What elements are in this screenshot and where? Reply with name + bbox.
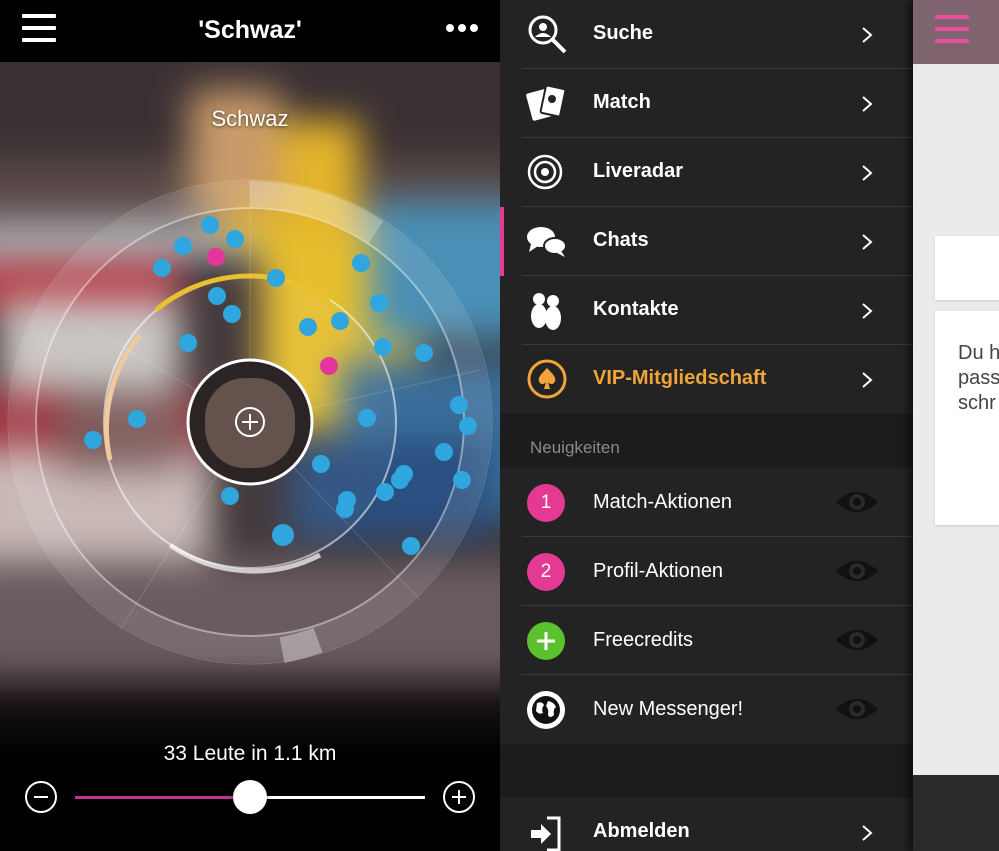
menu-item-suche[interactable]: Suche bbox=[500, 0, 913, 69]
globe-icon bbox=[527, 691, 565, 729]
menu-item-liveradar[interactable]: Liveradar bbox=[500, 138, 913, 207]
eye-icon[interactable] bbox=[834, 694, 880, 724]
eye-icon[interactable] bbox=[834, 625, 880, 655]
chevron-right-icon bbox=[862, 165, 873, 181]
contacts-icon bbox=[531, 293, 561, 330]
menu-item-label: Kontakte bbox=[593, 298, 679, 320]
eye-icon[interactable] bbox=[834, 556, 880, 586]
spade-icon bbox=[527, 359, 567, 399]
news-item-match-aktionen[interactable]: 1 Match-Aktionen bbox=[500, 468, 913, 537]
place-label: Schwaz bbox=[211, 106, 289, 131]
chat-top-bar bbox=[913, 0, 999, 64]
slider-fill bbox=[75, 796, 250, 799]
news-item-freecredits[interactable]: Freecredits bbox=[500, 606, 913, 675]
radar-icon bbox=[527, 154, 563, 190]
eye-icon[interactable] bbox=[834, 487, 880, 517]
menu-item-label: Chats bbox=[593, 229, 649, 251]
news-item-profil-aktionen[interactable]: 2 Profil-Aktionen bbox=[500, 537, 913, 606]
chevron-right-icon bbox=[862, 372, 873, 388]
chat-screen-partial: Du h pass schr bbox=[913, 0, 999, 851]
radar-screen: 'Schwaz' Schwaz 33 Leute in 1.1 km bbox=[0, 0, 500, 851]
bottom-panel bbox=[0, 690, 500, 851]
count-badge: 1 bbox=[527, 484, 565, 522]
logout-icon bbox=[531, 816, 561, 851]
slider-knob[interactable] bbox=[233, 780, 267, 814]
menu-item-label: Match bbox=[593, 91, 651, 113]
menu-item-chats[interactable]: Chats bbox=[500, 207, 913, 276]
news-item-new-messenger[interactable]: New Messenger! bbox=[500, 675, 913, 744]
news-item-label: New Messenger! bbox=[593, 698, 744, 720]
logout-button[interactable]: Abmelden bbox=[500, 798, 913, 851]
content-card: Du h pass schr bbox=[935, 311, 999, 525]
news-item-label: Profil-Aktionen bbox=[593, 560, 724, 582]
cards-icon bbox=[526, 84, 567, 121]
menu-item-label: VIP-Mitgliedschaft bbox=[593, 367, 767, 389]
zoom-in-button[interactable] bbox=[443, 781, 475, 813]
card-text: Du h pass schr bbox=[958, 342, 999, 414]
more-options-icon[interactable] bbox=[444, 24, 480, 34]
chevron-right-icon bbox=[862, 825, 873, 841]
news-item-label: Match-Aktionen bbox=[593, 491, 732, 513]
search-icon bbox=[528, 15, 567, 54]
page-title: 'Schwaz' bbox=[198, 16, 302, 44]
menu-item-label: Liveradar bbox=[593, 160, 684, 182]
menu-item-label: Suche bbox=[593, 22, 654, 44]
radar-visualization[interactable] bbox=[0, 60, 500, 700]
count-badge: 2 bbox=[527, 553, 565, 591]
content-card bbox=[935, 236, 999, 300]
side-menu: Suche Match Liveradar Chats Kontakte VIP… bbox=[500, 0, 913, 851]
chevron-right-icon bbox=[862, 27, 873, 43]
zoom-out-button[interactable] bbox=[25, 781, 57, 813]
distance-slider[interactable] bbox=[75, 780, 425, 814]
bottom-bar bbox=[913, 775, 999, 851]
plus-icon bbox=[527, 622, 565, 660]
chevron-right-icon bbox=[862, 303, 873, 319]
chevron-right-icon bbox=[862, 234, 873, 250]
chevron-right-icon bbox=[862, 96, 873, 112]
logout-label: Abmelden bbox=[593, 820, 690, 842]
people-count: 33 Leute in 1.1 km bbox=[163, 742, 337, 765]
chat-bubbles-icon bbox=[527, 227, 567, 257]
hamburger-menu-icon[interactable] bbox=[935, 15, 969, 43]
menu-item-vip[interactable]: VIP-Mitgliedschaft bbox=[500, 345, 913, 414]
top-bar: 'Schwaz' bbox=[0, 0, 500, 62]
menu-item-match[interactable]: Match bbox=[500, 69, 913, 138]
news-item-label: Freecredits bbox=[593, 629, 694, 651]
menu-item-kontakte[interactable]: Kontakte bbox=[500, 276, 913, 345]
news-section-header: Neuigkeiten bbox=[530, 438, 620, 457]
